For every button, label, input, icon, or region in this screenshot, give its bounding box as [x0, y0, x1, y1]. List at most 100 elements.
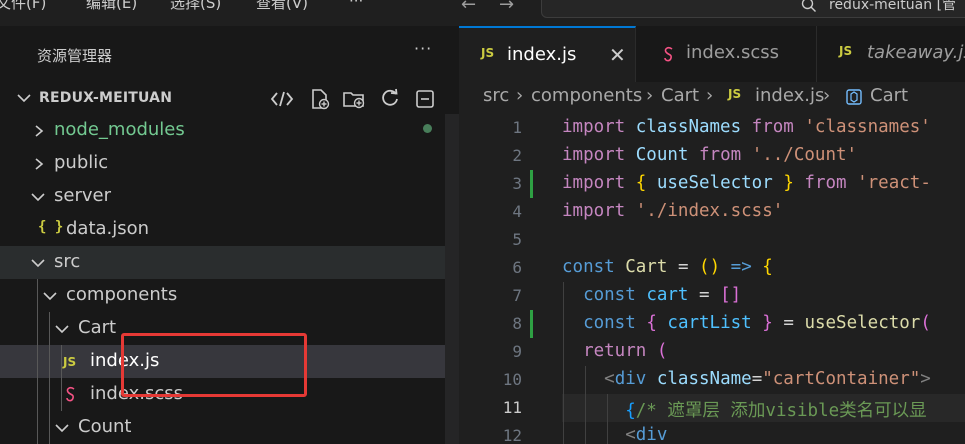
code-line: 12 <div [459, 422, 965, 444]
command-center-search[interactable]: redux-meituan [管 [541, 0, 965, 18]
line-number: 9 [512, 342, 522, 361]
code-indent-guide [607, 394, 608, 444]
git-status-dot [423, 124, 432, 133]
tree-label: components [66, 284, 178, 305]
tree-item-src[interactable]: src [0, 246, 445, 279]
code-line: 7 const cart = [] [459, 282, 965, 310]
tree-label: Count [78, 416, 132, 437]
line-number: 1 [512, 118, 522, 137]
js-file-icon: JS [63, 355, 77, 369]
menu-edit[interactable]: 编辑(E) [86, 0, 137, 13]
tree-label: node_modules [54, 119, 185, 140]
line-number: 3 [512, 174, 522, 193]
highlight-annotation-box [121, 333, 307, 397]
code-text: import classNames from 'classnames' [562, 117, 931, 137]
tab-label: index.js [507, 44, 577, 65]
back-arrow-icon[interactable]: ← [461, 0, 476, 15]
tree-label: public [54, 152, 109, 173]
code-text: return ( [583, 341, 668, 361]
chevron-down-icon [55, 424, 69, 433]
tree-label: src [54, 251, 81, 272]
chevron-down-icon [55, 325, 69, 334]
explorer-more-button[interactable]: ··· [414, 39, 432, 58]
line-number: 6 [512, 258, 522, 277]
menu-file[interactable]: 文件(F) [0, 0, 46, 13]
collapse-folders-icon[interactable] [414, 88, 436, 110]
breadcrumb-separator: › [706, 85, 714, 106]
breadcrumb-item[interactable]: Cart [661, 85, 699, 106]
explorer-sidebar: 资源管理器 ··· REDUX-MEITUAN node_modules pub… [0, 26, 459, 444]
chevron-down-icon [31, 259, 45, 268]
code-line: 10 <div className="cartContainer"> [459, 366, 965, 394]
tree-item-data-json[interactable]: { } data.json [0, 213, 445, 246]
tab-takeaway-js[interactable]: JS takeaway.js [817, 26, 965, 82]
editor-tabs: JS index.js ✕ index.scss JS takeaway.js [459, 26, 965, 82]
git-added-marker [530, 310, 533, 338]
line-number: 2 [512, 146, 522, 165]
explorer-title: 资源管理器 [37, 47, 113, 65]
js-file-icon: JS [481, 46, 495, 60]
code-line: 1 import classNames from 'classnames' [459, 114, 965, 142]
breadcrumb-item[interactable]: src [483, 85, 509, 106]
code-line: 9 return ( [459, 338, 965, 366]
tree-item-components[interactable]: components [0, 279, 445, 312]
chevron-right-icon [35, 125, 44, 137]
breadcrumb-separator: › [823, 85, 831, 106]
js-file-icon: JS [728, 87, 742, 101]
line-number: 7 [512, 286, 522, 305]
tree-item-public[interactable]: public [0, 147, 445, 180]
collapse-all-icon[interactable] [270, 88, 294, 110]
code-line: 2 import Count from '../Count' [459, 142, 965, 170]
chevron-down-icon [31, 193, 45, 202]
tree-item-server[interactable]: server [0, 180, 445, 213]
indent-guide [61, 345, 62, 411]
js-file-icon: JS [839, 44, 853, 58]
code-line: 3 import { useSelector } from 'react- [459, 170, 965, 198]
code-text: import { useSelector } from 'react- [562, 173, 931, 193]
code-text: <div className="cartContainer"> [604, 369, 931, 389]
tree-item-count[interactable]: Count [0, 411, 445, 444]
line-number: 4 [512, 202, 522, 221]
chevron-down-icon [17, 94, 31, 103]
menu-view[interactable]: 查看(V) [256, 0, 308, 13]
line-number: 5 [512, 230, 522, 249]
code-text: const Cart = () => { [562, 257, 773, 277]
tab-label: takeaway.js [867, 42, 965, 63]
menu-selection[interactable]: 选择(S) [170, 0, 221, 13]
code-text: import './index.scss' [562, 201, 784, 221]
tree-item-node-modules[interactable]: node_modules [0, 114, 445, 147]
menu-more[interactable]: ··· [349, 0, 363, 10]
code-indent-guide [585, 366, 586, 444]
breadcrumb-item[interactable]: components [531, 85, 642, 106]
tree-label: server [54, 185, 111, 206]
chevron-right-icon [35, 158, 44, 170]
tab-index-js[interactable]: JS index.js ✕ [459, 26, 636, 82]
workspace-section-header[interactable]: REDUX-MEITUAN [0, 82, 459, 114]
code-text: {/* 遮罩层 添加visible类名可以显 [625, 401, 927, 421]
line-number: 12 [502, 426, 522, 444]
tab-index-scss[interactable]: index.scss [636, 26, 817, 82]
line-number: 11 [502, 398, 522, 417]
tab-label: index.scss [686, 42, 779, 63]
close-icon[interactable]: ✕ [609, 43, 626, 67]
workspace-title: REDUX-MEITUAN [39, 90, 173, 106]
code-line: 6 const Cart = () => { [459, 254, 965, 282]
line-number: 8 [512, 314, 522, 333]
new-file-icon[interactable] [309, 88, 331, 110]
new-folder-icon[interactable] [342, 88, 366, 110]
breadcrumb-item[interactable]: index.js [755, 85, 824, 106]
code-indent-guide [563, 282, 564, 444]
code-text: <div [625, 425, 668, 444]
code-line-current: 11 {/* 遮罩层 添加visible类名可以显 [459, 394, 965, 422]
tree-label: data.json [66, 218, 150, 239]
breadcrumb-item[interactable]: Cart [870, 85, 908, 106]
code-text: import Count from '../Count' [562, 145, 858, 165]
refresh-icon[interactable] [379, 88, 401, 110]
title-bar: 文件(F) 编辑(E) 选择(S) 查看(V) ··· ← → redux-me… [0, 0, 965, 26]
forward-arrow-icon[interactable]: → [499, 0, 514, 15]
git-added-marker [530, 170, 533, 198]
sidebar-scrollbar[interactable] [445, 114, 459, 444]
code-text: const { cartList } = useSelector( [583, 313, 931, 333]
breadcrumb: src › components › Cart › JS index.js › … [459, 82, 965, 112]
editor-area: JS index.js ✕ index.scss JS takeaway.js … [459, 26, 965, 444]
